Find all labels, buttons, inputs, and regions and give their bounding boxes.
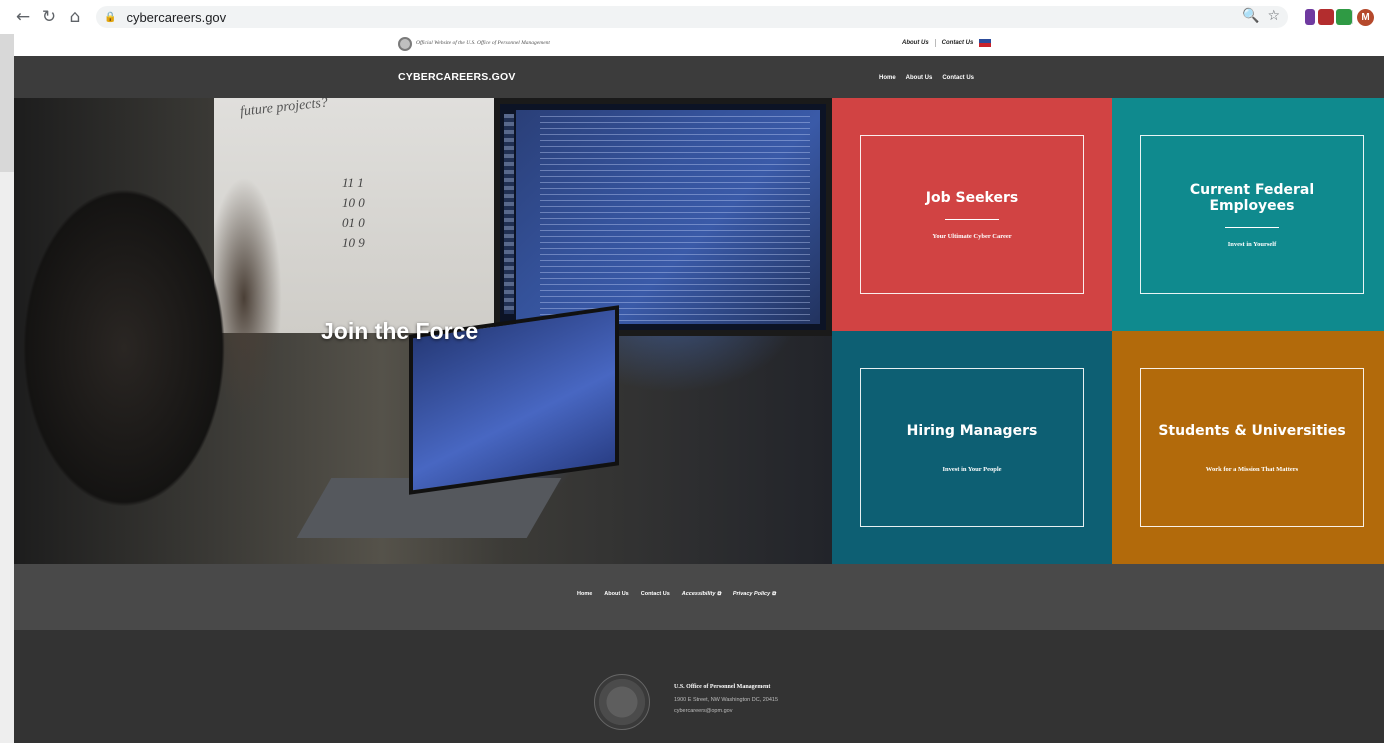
tile-divider [1225,226,1279,228]
tile-subtitle: Invest in Your People [942,465,1002,473]
tile-title: Job Seekers [925,189,1019,206]
bookmark-star-icon[interactable]: ☆ [1267,8,1280,24]
home-icon[interactable]: ⌂ [62,4,88,30]
zoom-icon[interactable]: 🔍 [1242,8,1259,24]
pdf-extension-icon[interactable] [1318,9,1334,25]
tile-divider [945,218,999,220]
url-text[interactable]: cybercareers.gov [126,10,226,25]
reload-icon[interactable]: ↻ [36,4,62,30]
extension-icon[interactable] [1305,9,1315,25]
footer-org-name: U.S. Office of Personnel Management [674,684,771,690]
whiteboard-numbers: 11 1 10 0 01 0 10 9 [342,173,365,253]
hero-image: future projects? 11 1 10 0 01 0 10 9 Joi… [14,98,832,564]
whiteboard-number-line: 10 9 [342,235,365,250]
opm-seal-large-icon [594,674,650,730]
top-contact-link[interactable]: Contact Us [942,40,974,46]
green-extension-icon[interactable] [1336,9,1352,25]
profile-avatar[interactable]: M [1357,9,1374,26]
tile-title: Current Federal Employees [1189,181,1315,214]
footer-contact-link[interactable]: Contact Us [641,591,670,598]
monitor-code [540,116,810,326]
tile-subtitle: Your Ultimate Cyber Career [932,232,1012,240]
tile-subtitle: Invest in Yourself [1227,240,1277,248]
main-nav: Home About Us Contact Us [879,75,974,81]
accessibility-label: Accessibility [681,591,716,597]
opm-seal-icon [398,37,412,51]
tile-subtitle: Work for a Mission That Matters [1205,465,1299,473]
lock-icon: 🔒 [104,11,117,23]
whiteboard-number-line: 10 0 [342,195,365,210]
official-banner: Official Website of the U.S. Office of P… [14,34,1384,56]
tile-job-seekers[interactable]: Job Seekers Your Ultimate Cyber Career [832,98,1112,331]
top-about-link[interactable]: About Us [902,40,929,46]
browser-toolbar: ← ↻ ⌂ 🔒 cybercareers.gov 🔍 ☆ M [0,0,1384,34]
hero-person-foreground [14,98,284,564]
footer-email-link[interactable]: cybercareers@opm.gov [674,708,732,714]
site-header: CYBERCAREERS.GOV Home About Us Contact U… [14,56,1384,98]
site-footer: U.S. Office of Personnel Management 1900… [14,630,1384,743]
hero-title: Join the Force [321,318,479,344]
footer-nav-bar: Home About Us Contact Us Accessibility ⧉… [14,564,1384,630]
nav-about[interactable]: About Us [906,75,933,81]
footer-address: 1900 E Street, NW Washington DC, 20415 [674,697,779,703]
hero-monitor [494,98,832,336]
us-flag-icon[interactable] [979,39,992,47]
tile-title: Hiring Managers [906,422,1038,439]
address-bar[interactable]: 🔒 cybercareers.gov 🔍 ☆ [96,6,1288,28]
external-link-icon: ⧉ [716,591,721,597]
nav-contact[interactable]: Contact Us [942,75,974,81]
tile-frame: Students & Universities Work for a Missi… [1140,368,1364,527]
tile-frame: Current Federal Employees Invest in Your… [1140,135,1364,294]
footer-accessibility-link[interactable]: Accessibility ⧉ [682,591,721,598]
window-gutter-shade [0,34,14,172]
official-website-text: Official Website of the U.S. Office of P… [416,40,550,46]
site-logo[interactable]: CYBERCAREERS.GOV [398,71,516,83]
privacy-label: Privacy Policy [732,591,771,597]
whiteboard-number-line: 01 0 [342,215,365,230]
footer-privacy-link[interactable]: Privacy Policy ⧉ [733,591,776,598]
tile-current-federal-employees[interactable]: Current Federal Employees Invest in Your… [1112,98,1384,331]
tile-frame: Hiring Managers Invest in Your People [860,368,1084,527]
tile-hiring-managers[interactable]: Hiring Managers Invest in Your People [832,331,1112,564]
back-arrow-icon[interactable]: ← [10,4,36,30]
footer-about-link[interactable]: About Us [604,591,628,598]
top-link-separator [934,39,936,47]
whiteboard-number-line: 11 1 [342,175,364,190]
monitor-sidebar [504,114,514,314]
tile-title: Students & Universities [1158,422,1346,439]
nav-home[interactable]: Home [879,75,896,81]
toolbar-divider [1352,10,1353,24]
tile-students-universities[interactable]: Students & Universities Work for a Missi… [1112,331,1384,564]
web-page: Official Website of the U.S. Office of P… [14,34,1384,743]
tile-frame: Job Seekers Your Ultimate Cyber Career [860,135,1084,294]
footer-home-link[interactable]: Home [577,591,592,598]
external-link-icon: ⧉ [771,591,776,597]
